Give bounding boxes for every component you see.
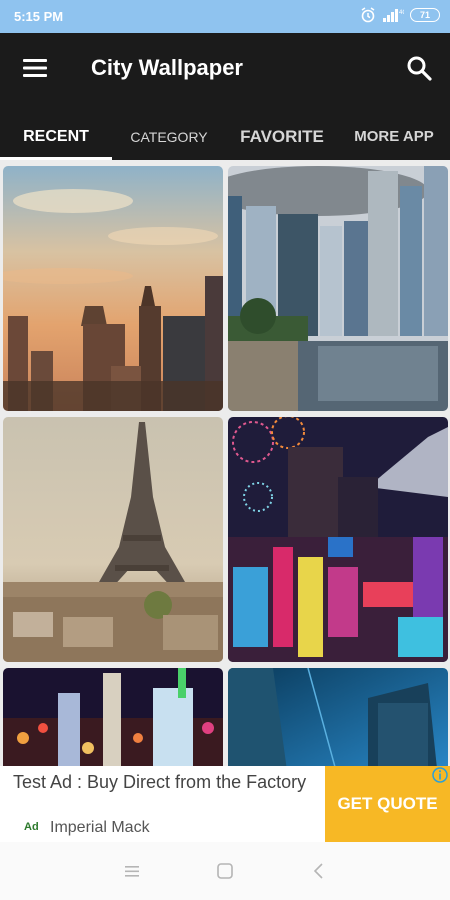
ad-label: Ad	[24, 821, 39, 833]
wallpaper-thumbnail-blue-glass-towers[interactable]	[228, 668, 448, 766]
status-time: 5:15 PM	[14, 9, 64, 24]
wallpaper-image	[3, 166, 223, 411]
wallpaper-thumbnail-eiffel-tower-paris[interactable]	[3, 417, 223, 662]
tab-recent-label: RECENT	[23, 127, 89, 145]
tab-bar: RECENT CATEGORY FAVORITE MORE APP	[0, 113, 450, 160]
wallpaper-grid	[0, 160, 450, 766]
signal-icon: 4G	[383, 9, 404, 22]
app-title: City Wallpaper	[91, 55, 243, 80]
svg-text:4G: 4G	[399, 10, 404, 16]
hamburger-menu-icon[interactable]	[22, 55, 48, 81]
status-bar: 5:15 PM 4G 71	[0, 0, 450, 33]
wallpaper-thumbnail-skyscrapers-waterfront[interactable]	[228, 166, 448, 411]
battery-level: 71	[419, 10, 430, 20]
wallpaper-thumbnail-sunset-skyline[interactable]	[3, 166, 223, 411]
tab-more-app-label: MORE APP	[354, 128, 434, 145]
system-nav-bar	[0, 842, 450, 900]
wallpaper-image	[228, 417, 448, 662]
search-icon[interactable]	[406, 55, 432, 81]
wallpaper-image	[3, 668, 223, 766]
wallpaper-image	[3, 417, 223, 662]
tab-favorite[interactable]: FAVORITE	[226, 113, 338, 160]
battery-icon: 71	[410, 8, 440, 22]
ad-title: Test Ad : Buy Direct from the Factory	[13, 772, 307, 792]
back-icon[interactable]	[307, 860, 331, 882]
tab-category[interactable]: CATEGORY	[112, 113, 226, 160]
tab-recent[interactable]: RECENT	[0, 113, 112, 160]
get-quote-label: GET QUOTE	[337, 794, 438, 813]
wallpaper-thumbnail-night-city-lights[interactable]	[3, 668, 223, 766]
info-icon[interactable]	[432, 767, 448, 783]
ad-advertiser: Imperial Mack	[50, 819, 150, 836]
tab-more-app[interactable]: MORE APP	[338, 113, 450, 160]
home-icon[interactable]	[213, 860, 237, 882]
tab-favorite-label: FAVORITE	[240, 126, 324, 146]
status-icons: 4G 71	[360, 7, 440, 23]
app-bar: City Wallpaper RECENT CATEGORY FAVORITE …	[0, 33, 450, 160]
wallpaper-thumbnail-neon-city-fireworks[interactable]	[228, 417, 448, 662]
alarm-icon	[361, 7, 375, 23]
tab-category-label: CATEGORY	[130, 128, 208, 145]
recent-apps-icon[interactable]	[120, 860, 144, 882]
wallpaper-image	[228, 166, 448, 411]
wallpaper-image	[228, 668, 448, 766]
ad-banner[interactable]: Test Ad : Buy Direct from the Factory Ad…	[0, 766, 450, 842]
